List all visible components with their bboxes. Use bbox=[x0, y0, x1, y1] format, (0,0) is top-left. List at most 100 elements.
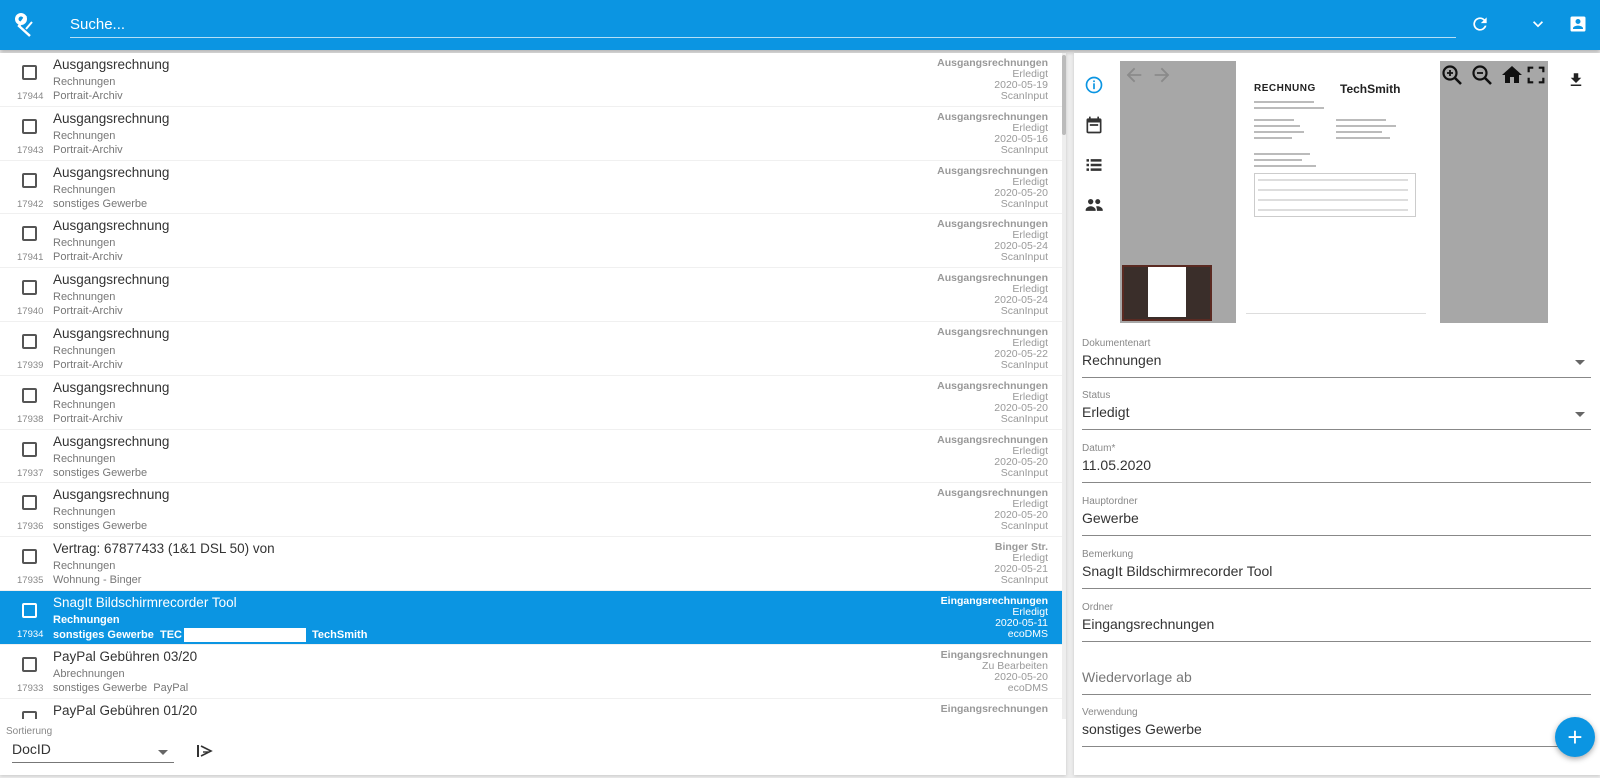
list-item[interactable]: 17940 Ausgangsrechnung Rechnungen Portra… bbox=[0, 268, 1062, 322]
row-category-line: sonstiges Gewerbe bbox=[53, 520, 153, 532]
row-category-line: sonstiges Gewerbe bbox=[53, 198, 153, 210]
row-title: Ausgangsrechnung bbox=[53, 272, 170, 288]
search-field[interactable] bbox=[70, 12, 1456, 38]
list-item[interactable]: 17937 Ausgangsrechnung Rechnungen sonsti… bbox=[0, 430, 1062, 484]
detail-side-icons bbox=[1076, 61, 1112, 321]
row-meta: Ausgangsrechnungen Erledigt 2020-05-16 S… bbox=[937, 111, 1048, 156]
list-item[interactable]: 17938 Ausgangsrechnung Rechnungen Portra… bbox=[0, 376, 1062, 430]
document-preview[interactable]: RECHNUNG TechSmith bbox=[1120, 61, 1548, 323]
row-title: Ausgangsrechnung bbox=[53, 325, 170, 341]
row-category: Portrait-Archiv bbox=[53, 412, 123, 425]
row-title: Ausgangsrechnung bbox=[53, 110, 170, 126]
row-category: sonstiges Gewerbe bbox=[53, 520, 148, 533]
row-checkbox[interactable] bbox=[22, 118, 37, 134]
refresh-icon[interactable] bbox=[1468, 12, 1492, 36]
list-item[interactable]: 17941 Ausgangsrechnung Rechnungen Portra… bbox=[0, 214, 1062, 269]
row-checkbox[interactable] bbox=[22, 333, 37, 349]
list-item[interactable]: 17939 Ausgangsrechnung Rechnungen Portra… bbox=[0, 322, 1062, 376]
row-source: ScanInput bbox=[1000, 90, 1048, 102]
scrollbar-thumb[interactable] bbox=[1062, 55, 1066, 135]
page-thumbnail[interactable] bbox=[1122, 265, 1212, 321]
redaction-box bbox=[184, 627, 306, 642]
row-meta: Ausgangsrechnungen Erledigt 2020-05-22 S… bbox=[937, 326, 1048, 371]
row-doc-id: 17934 bbox=[17, 628, 44, 640]
row-title: Ausgangsrechnung bbox=[53, 487, 170, 503]
list-item[interactable]: 17944 Ausgangsrechnung Rechnungen Portra… bbox=[0, 53, 1062, 107]
field-dokumentenart[interactable]: Dokumentenart Rechnungen bbox=[1082, 338, 1591, 378]
row-checkbox[interactable] bbox=[22, 172, 37, 188]
zoom-out-icon[interactable] bbox=[1470, 63, 1494, 87]
row-title: PayPal Gebühren 03/20 bbox=[53, 648, 198, 664]
field-label: Datum* bbox=[1082, 443, 1116, 454]
row-checkbox[interactable] bbox=[22, 65, 37, 80]
field-value: Wiedervorlage ab bbox=[1082, 669, 1192, 685]
row-checkbox[interactable] bbox=[22, 441, 37, 457]
list-item[interactable]: PayPal Gebühren 01/20 Eingangsrechnungen bbox=[0, 699, 1062, 719]
row-checkbox[interactable] bbox=[22, 226, 37, 242]
row-date: 2020-05-20 bbox=[994, 455, 1048, 468]
row-doctype: Rechnungen bbox=[53, 183, 116, 196]
list-item[interactable]: 17933 PayPal Gebühren 03/20 Abrechnungen… bbox=[0, 645, 1062, 699]
row-checkbox[interactable] bbox=[22, 495, 37, 511]
row-doc-id: 17942 bbox=[17, 198, 44, 210]
list-item[interactable]: 17943 Ausgangsrechnung Rechnungen Portra… bbox=[0, 107, 1062, 161]
row-title: SnagIt Bildschirmrecorder Tool bbox=[53, 594, 237, 610]
document-detail-panel: RECHNUNG TechSmith Dokumentenart Rechnun… bbox=[1074, 53, 1600, 775]
download-icon[interactable] bbox=[1565, 69, 1587, 91]
field-value: Eingangsrechnungen bbox=[1082, 616, 1215, 632]
field-verwendung[interactable]: Verwendung sonstiges Gewerbe bbox=[1082, 707, 1591, 747]
list-scrollbar[interactable] bbox=[1062, 53, 1066, 719]
row-meta: Ausgangsrechnungen Erledigt 2020-05-24 S… bbox=[937, 273, 1048, 317]
row-meta: Ausgangsrechnungen Erledigt 2020-05-24 S… bbox=[937, 219, 1048, 263]
row-checkbox[interactable] bbox=[22, 710, 37, 719]
row-checkbox[interactable] bbox=[22, 549, 37, 565]
list-item[interactable]: 17936 Ausgangsrechnung Rechnungen sonsti… bbox=[0, 483, 1062, 538]
field-datum[interactable]: Datum* 11.05.2020 bbox=[1082, 443, 1591, 483]
row-meta: Ausgangsrechnungen Erledigt 2020-05-20 S… bbox=[937, 434, 1048, 479]
add-document-button[interactable]: + bbox=[1555, 717, 1595, 757]
row-checkbox[interactable] bbox=[22, 656, 37, 672]
list-item[interactable]: 17942 Ausgangsrechnung Rechnungen sonsti… bbox=[0, 161, 1062, 215]
row-category: sonstiges Gewerbe bbox=[53, 197, 148, 210]
row-source: ScanInput bbox=[1000, 466, 1048, 479]
zoom-in-icon[interactable] bbox=[1440, 63, 1464, 87]
row-title: PayPal Gebühren 01/20 bbox=[53, 702, 198, 718]
people-icon[interactable] bbox=[1082, 193, 1106, 217]
sort-direction-icon[interactable] bbox=[196, 743, 216, 759]
field-bemerkung[interactable]: Bemerkung SnagIt Bildschirmrecorder Tool bbox=[1082, 549, 1591, 589]
field-hauptordner[interactable]: Hauptordner Gewerbe bbox=[1082, 496, 1591, 536]
fullscreen-icon[interactable] bbox=[1524, 63, 1548, 87]
field-label: Bemerkung bbox=[1082, 549, 1134, 560]
document-list: 17944 Ausgangsrechnung Rechnungen Portra… bbox=[0, 53, 1062, 719]
calendar-icon[interactable] bbox=[1082, 113, 1106, 137]
sort-select[interactable]: DocID bbox=[12, 738, 174, 763]
field-wiedervorlage-ab[interactable]: Wiedervorlage ab bbox=[1082, 655, 1591, 695]
row-status: Erledigt bbox=[1012, 175, 1048, 188]
row-checkbox[interactable] bbox=[22, 280, 37, 296]
list-item[interactable]: 17934 SnagIt Bildschirmrecorder Tool Rec… bbox=[0, 590, 1062, 645]
field-ordner[interactable]: Ordner Eingangsrechnungen bbox=[1082, 602, 1591, 642]
account-icon[interactable] bbox=[1566, 12, 1590, 36]
arrow-right-icon[interactable] bbox=[1150, 63, 1174, 87]
row-category-line: Portrait-Archiv bbox=[53, 144, 129, 156]
list-icon[interactable] bbox=[1082, 153, 1106, 177]
field-status[interactable]: Status Erledigt bbox=[1082, 390, 1591, 430]
search-input[interactable] bbox=[70, 12, 1456, 36]
row-checkbox[interactable] bbox=[22, 602, 37, 618]
row-checkbox[interactable] bbox=[22, 387, 37, 403]
row-extra: TechSmith bbox=[312, 628, 368, 641]
row-doc-id: 17943 bbox=[17, 144, 44, 156]
preview-page: RECHNUNG TechSmith bbox=[1236, 61, 1440, 323]
arrow-left-icon[interactable] bbox=[1122, 63, 1146, 87]
row-title: Ausgangsrechnung bbox=[53, 164, 170, 180]
info-icon[interactable] bbox=[1082, 73, 1106, 97]
chevron-down-icon[interactable] bbox=[1526, 12, 1550, 36]
row-title: Ausgangsrechnung bbox=[53, 433, 170, 449]
logo-icon[interactable] bbox=[12, 10, 40, 38]
row-meta: Eingangsrechnungen bbox=[941, 703, 1048, 715]
row-meta: Ausgangsrechnungen Erledigt 2020-05-20 S… bbox=[937, 488, 1048, 532]
list-item[interactable]: 17935 Vertrag: 67877433 (1&1 DSL 50) von… bbox=[0, 537, 1062, 591]
row-meta: Binger Str. Erledigt 2020-05-21 ScanInpu… bbox=[994, 542, 1048, 586]
row-doctype: Rechnungen bbox=[53, 506, 116, 519]
home-icon[interactable] bbox=[1500, 63, 1524, 87]
